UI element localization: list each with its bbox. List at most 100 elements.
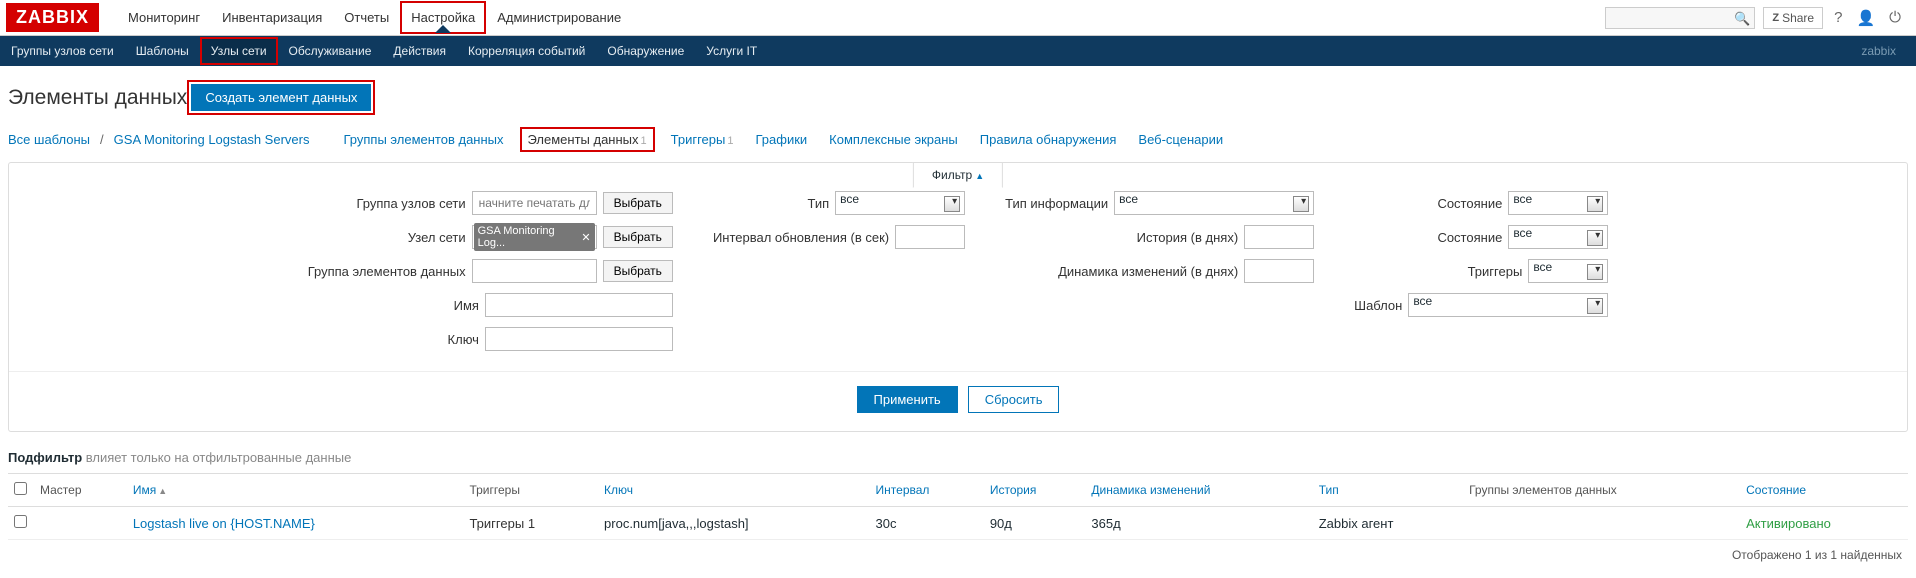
subfilter-label: Подфильтр: [8, 450, 82, 465]
label-status: Состояние: [1437, 230, 1502, 245]
subnav-server-label: zabbix: [1861, 44, 1916, 58]
select-type[interactable]: все: [835, 191, 965, 215]
select-info-type[interactable]: все: [1114, 191, 1314, 215]
subnav-hostgroups[interactable]: Группы узлов сети: [0, 37, 125, 65]
label-host: Узел сети: [408, 230, 466, 245]
tab-triggers[interactable]: Триггеры1: [665, 128, 740, 151]
crumb-separator: /: [100, 132, 104, 147]
nav-reports[interactable]: Отчеты: [333, 1, 400, 34]
apply-filter-button[interactable]: Применить: [857, 386, 958, 413]
cell-type: Zabbix агент: [1313, 507, 1463, 540]
subfilter-row: Подфильтр влияет только на отфильтрованн…: [8, 442, 1908, 473]
input-host[interactable]: GSA Monitoring Log...✕: [472, 225, 597, 249]
input-hostgroup[interactable]: [472, 191, 597, 215]
power-icon[interactable]: ⏻: [1886, 9, 1904, 26]
subnav-discovery[interactable]: Обнаружение: [596, 37, 695, 65]
select-state[interactable]: все: [1508, 191, 1608, 215]
tab-discovery-rules[interactable]: Правила обнаружения: [974, 128, 1123, 151]
input-interval[interactable]: [895, 225, 965, 249]
cell-interval: 30с: [870, 507, 984, 540]
col-triggers: Триггеры: [463, 474, 598, 507]
filter-panel: Фильтр▲ Группа узлов сети Выбрать Узел с…: [8, 162, 1908, 432]
input-itemgroup[interactable]: [472, 259, 597, 283]
sub-nav: Группы узлов сети Шаблоны Узлы сети Обсл…: [0, 36, 1916, 66]
user-icon[interactable]: 👤: [1853, 9, 1878, 27]
select-template[interactable]: все: [1408, 293, 1608, 317]
label-template: Шаблон: [1354, 298, 1402, 313]
cell-master: [34, 507, 127, 540]
cell-history: 90д: [984, 507, 1086, 540]
col-interval[interactable]: Интервал: [870, 474, 984, 507]
breadcrumb-tabs: Все шаблоны / GSA Monitoring Logstash Se…: [8, 127, 1908, 152]
label-triggers: Триггеры: [1468, 264, 1523, 279]
subnav-services[interactable]: Услуги IT: [695, 37, 768, 65]
create-button-highlight: Создать элемент данных: [187, 80, 375, 115]
col-master: Мастер: [34, 474, 127, 507]
col-groups: Группы элементов данных: [1463, 474, 1740, 507]
nav-administration[interactable]: Администрирование: [486, 1, 632, 34]
subnav-maintenance[interactable]: Обслуживание: [278, 37, 383, 65]
input-name[interactable]: [485, 293, 673, 317]
filter-toggle[interactable]: Фильтр▲: [913, 162, 1003, 188]
page-title: Элементы данных: [8, 86, 187, 110]
label-update-interval: Интервал обновления (в сек): [713, 230, 889, 245]
subnav-templates[interactable]: Шаблоны: [125, 37, 200, 65]
create-item-button[interactable]: Создать элемент данных: [191, 84, 371, 111]
table-row: Logstash live on {HOST.NAME} Триггеры 1 …: [8, 507, 1908, 540]
col-type[interactable]: Тип: [1313, 474, 1463, 507]
reset-filter-button[interactable]: Сбросить: [968, 386, 1060, 413]
input-trends[interactable]: [1244, 259, 1314, 283]
tab-web-scenarios[interactable]: Веб-сценарии: [1132, 128, 1229, 151]
tab-screens[interactable]: Комплексные экраны: [823, 128, 964, 151]
subnav-correlation[interactable]: Корреляция событий: [457, 37, 596, 65]
col-status[interactable]: Состояние: [1740, 474, 1908, 507]
select-triggers[interactable]: все: [1528, 259, 1608, 283]
table-footer-count: Отображено 1 из 1 найденных: [8, 540, 1908, 570]
page-header: Элементы данных Создать элемент данных: [8, 80, 1908, 115]
tab-graphs[interactable]: Графики: [749, 128, 813, 151]
sort-asc-icon: ▲: [158, 486, 167, 496]
select-hostgroup-button[interactable]: Выбрать: [603, 192, 673, 214]
label-trends: Динамика изменений (в днях): [1058, 264, 1238, 279]
col-trends[interactable]: Динамика изменений: [1085, 474, 1312, 507]
nav-monitoring[interactable]: Мониторинг: [117, 1, 211, 34]
subnav-hosts[interactable]: Узлы сети: [200, 37, 278, 65]
label-itemgroup: Группа элементов данных: [308, 264, 466, 279]
help-icon[interactable]: ?: [1831, 9, 1845, 26]
share-button[interactable]: Z Share: [1763, 7, 1823, 29]
tab-item-groups[interactable]: Группы элементов данных: [337, 128, 509, 151]
item-name-link[interactable]: Logstash live on {HOST.NAME}: [133, 516, 315, 531]
select-itemgroup-button[interactable]: Выбрать: [603, 260, 673, 282]
select-host-button[interactable]: Выбрать: [603, 226, 673, 248]
zabbix-logo[interactable]: ZABBIX: [6, 3, 99, 32]
tab-items[interactable]: Элементы данных1: [520, 127, 655, 152]
label-type: Тип: [807, 196, 829, 211]
label-key: Ключ: [448, 332, 479, 347]
remove-tag-icon[interactable]: ✕: [581, 231, 590, 244]
row-checkbox[interactable]: [14, 515, 27, 528]
label-hostgroup: Группа узлов сети: [356, 196, 465, 211]
subnav-actions[interactable]: Действия: [382, 37, 457, 65]
select-status[interactable]: все: [1508, 225, 1608, 249]
nav-inventory[interactable]: Инвентаризация: [211, 1, 333, 34]
cell-key: proc.num[java,,,logstash]: [598, 507, 870, 540]
global-search[interactable]: 🔍: [1605, 7, 1755, 29]
crumb-all-templates[interactable]: Все шаблоны: [8, 132, 90, 147]
crumb-template-name[interactable]: GSA Monitoring Logstash Servers: [114, 132, 310, 147]
table-header-row: Мастер Имя▲ Триггеры Ключ Интервал Истор…: [8, 474, 1908, 507]
input-key[interactable]: [485, 327, 673, 351]
select-all-checkbox[interactable]: [14, 482, 27, 495]
top-header: ZABBIX Мониторинг Инвентаризация Отчеты …: [0, 0, 1916, 36]
input-history[interactable]: [1244, 225, 1314, 249]
cell-trends: 365д: [1085, 507, 1312, 540]
col-name[interactable]: Имя▲: [127, 474, 464, 507]
status-link[interactable]: Активировано: [1746, 516, 1831, 531]
col-history[interactable]: История: [984, 474, 1086, 507]
nav-configuration[interactable]: Настройка: [400, 1, 486, 34]
col-key[interactable]: Ключ: [598, 474, 870, 507]
row-triggers-link[interactable]: Триггеры 1: [469, 516, 535, 531]
label-state: Состояние: [1437, 196, 1502, 211]
main-nav: Мониторинг Инвентаризация Отчеты Настрой…: [117, 1, 632, 34]
host-tag: GSA Monitoring Log...✕: [474, 223, 595, 251]
cell-groups: [1463, 507, 1740, 540]
